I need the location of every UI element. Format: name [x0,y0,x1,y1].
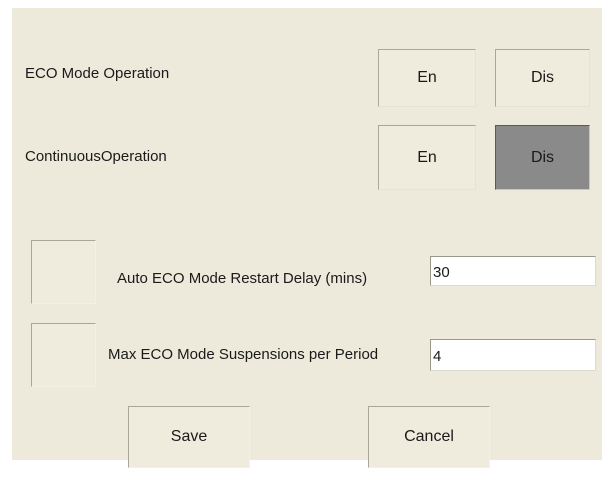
continuous-operation-label: ContinuousOperation [25,148,167,165]
max-suspensions-label: Max ECO Mode Suspensions per Period [108,346,379,363]
max-suspensions-input[interactable] [430,339,596,371]
continuous-enable-button[interactable]: En [378,125,476,190]
eco-mode-enable-button[interactable]: En [378,49,476,107]
continuous-disable-button[interactable]: Dis [495,125,590,190]
save-button[interactable]: Save [128,406,250,468]
eco-mode-operation-label: ECO Mode Operation [25,65,170,82]
max-suspensions-toggle-button[interactable] [31,323,96,387]
restart-delay-label: Auto ECO Mode Restart Delay (mins) [117,270,368,287]
settings-panel: ECO Mode Operation En Dis ContinuousOper… [12,8,602,468]
eco-mode-disable-button[interactable]: Dis [495,49,590,107]
restart-delay-toggle-button[interactable] [31,240,96,304]
cancel-button[interactable]: Cancel [368,406,490,468]
restart-delay-input[interactable] [430,256,596,286]
